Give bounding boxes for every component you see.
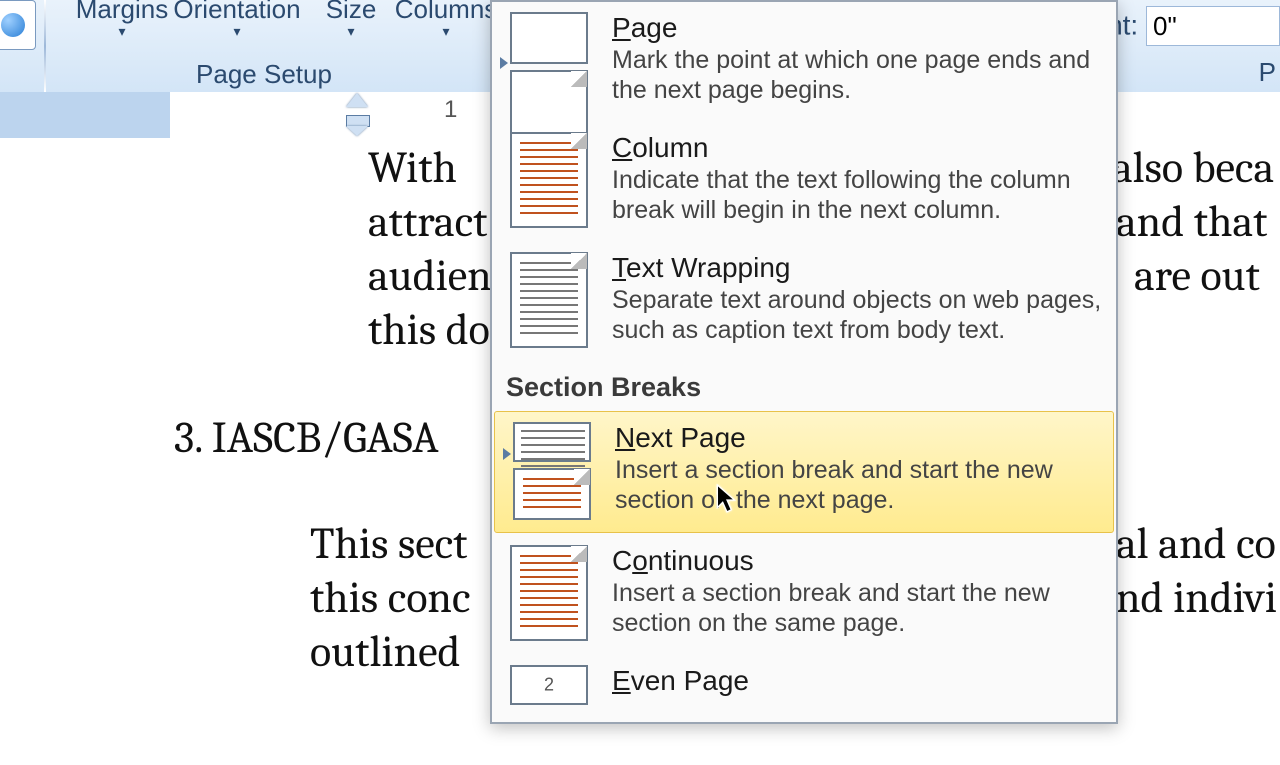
gallery-item-title: Page (612, 12, 1104, 44)
dropdown-icon: ▾ (316, 23, 386, 40)
size-label: Size (326, 0, 377, 24)
section-breaks-header: Section Breaks (492, 362, 1116, 409)
gallery-item-text-wrapping-break[interactable]: Text Wrapping Separate text around objec… (492, 242, 1116, 362)
chevron-right-icon (500, 57, 508, 69)
columns-button[interactable]: Columns ▾ (386, 0, 506, 40)
chevron-right-icon (503, 448, 511, 460)
margins-label: Margins (76, 0, 168, 24)
column-break-icon (510, 132, 590, 232)
gallery-item-title: Even Page (612, 665, 1104, 697)
doc-text: nd indivi (1116, 570, 1277, 625)
gallery-item-even-page[interactable]: 2 Even Page (492, 655, 1116, 705)
columns-label: Columns (395, 0, 498, 24)
continuous-section-icon (510, 545, 590, 645)
doc-text: this conc (310, 570, 471, 625)
gallery-item-desc: Insert a section break and start the new… (615, 456, 1101, 515)
gallery-item-title: Next Page (615, 422, 1101, 454)
gallery-item-title: Continuous (612, 545, 1104, 577)
next-page-section-icon (513, 422, 593, 522)
page-break-icon (510, 12, 590, 112)
doc-text: al and co (1116, 516, 1276, 571)
doc-text: are out (1134, 248, 1260, 303)
gallery-item-title: Text Wrapping (612, 252, 1104, 284)
breaks-gallery: Page Mark the point at which one page en… (490, 0, 1118, 724)
doc-text: This sect (310, 516, 467, 571)
gallery-item-desc: Mark the point at which one page ends an… (612, 46, 1104, 105)
size-button[interactable]: Size ▾ (316, 0, 386, 40)
dropdown-icon: ▾ (386, 23, 506, 40)
orientation-label: Orientation (173, 0, 300, 24)
theme-color-icon[interactable] (0, 0, 36, 50)
doc-text: also beca (1112, 140, 1274, 195)
ruler-margin-region (0, 92, 170, 138)
orientation-button[interactable]: Orientation ▾ (162, 0, 312, 40)
gallery-item-desc: Indicate that the text following the col… (612, 166, 1104, 225)
doc-list-item: 3. IASCB/GASA (174, 410, 439, 465)
gallery-item-title: Column (612, 132, 1104, 164)
doc-text: this do (368, 302, 490, 357)
gallery-item-next-page[interactable]: Next Page Insert a section break and sta… (494, 411, 1114, 533)
gallery-item-desc: Insert a section break and start the new… (612, 579, 1104, 638)
gallery-item-column-break[interactable]: Column Indicate that the text following … (492, 122, 1116, 242)
doc-text: and that (1116, 194, 1267, 249)
doc-text: With (368, 140, 457, 195)
gallery-item-continuous[interactable]: Continuous Insert a section break and st… (492, 535, 1116, 655)
even-page-section-icon: 2 (510, 665, 590, 765)
page-setup-group-label: Page Setup (44, 59, 484, 90)
gallery-item-page-break[interactable]: Page Mark the point at which one page en… (492, 2, 1116, 122)
doc-text: audien (368, 248, 492, 303)
doc-text: outlined (310, 624, 460, 679)
ruler-mark-1: 1 (444, 96, 457, 124)
partial-label: P (1259, 57, 1276, 88)
dropdown-icon: ▾ (162, 23, 312, 40)
indent-right-input[interactable] (1146, 6, 1280, 46)
doc-text: attract (368, 194, 487, 249)
text-wrapping-break-icon (510, 252, 590, 352)
gallery-item-desc: Separate text around objects on web page… (612, 286, 1104, 345)
